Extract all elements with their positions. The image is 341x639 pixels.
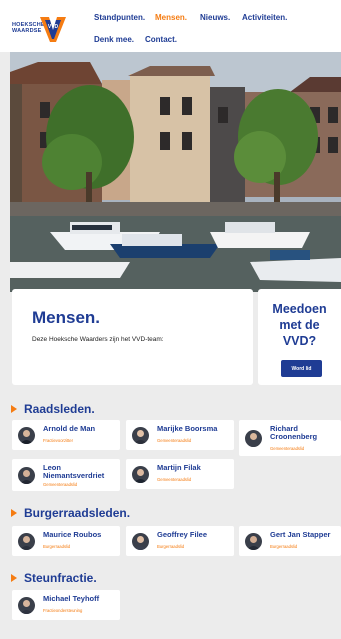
nav-contact[interactable]: Contact.: [145, 35, 177, 44]
section-raadsleden-title: Raadsleden.: [11, 402, 95, 416]
section-title-text: Raadsleden.: [24, 402, 95, 416]
section-steunfractie-title: Steunfractie.: [11, 571, 97, 585]
person-role: Gemeenteraadslid: [270, 446, 305, 451]
person-name: Richard Croonenberg: [270, 424, 318, 441]
logo-mark-text: VVD: [48, 24, 59, 30]
person-card[interactable]: Marijke Boorsma Gemeenteraadslid: [126, 420, 234, 450]
person-name: Maurice Roubos: [43, 530, 102, 539]
site-header: HOEKSCHE WAARDSE VVD Standpunten. Mensen…: [0, 0, 341, 52]
hero-photo: [10, 52, 341, 292]
person-card[interactable]: Richard Croonenberg Gemeenteraadslid: [239, 420, 341, 456]
nav-mensen[interactable]: Mensen.: [155, 13, 187, 22]
person-name: Arnold de Man: [43, 424, 96, 433]
vvd-logo-mark: VVD: [40, 17, 66, 42]
person-name: Geoffrey Filee: [157, 530, 208, 539]
word-lid-button[interactable]: Word lid: [281, 360, 322, 377]
person-role: Burgerraadslid: [270, 544, 298, 549]
person-role: Burgerraadslid: [43, 544, 71, 549]
person-role: Fractieondersteuning: [43, 608, 83, 613]
person-card[interactable]: Arnold de Man Fractievoorzitter: [12, 420, 120, 450]
avatar: [18, 597, 35, 614]
avatar: [132, 533, 149, 550]
avatar: [18, 467, 35, 484]
join-title-line3: VVD?: [282, 334, 317, 348]
avatar: [132, 427, 149, 444]
section-title-text: Burgerraadsleden.: [24, 506, 131, 520]
person-role: Fractievoorzitter: [43, 438, 74, 443]
person-name: Martijn Filak: [157, 463, 201, 472]
avatar: [245, 430, 262, 447]
person-card[interactable]: Leon Niemantsverdriet Gemeenteraadslid: [12, 459, 120, 491]
page-title: Mensen.: [32, 308, 101, 327]
nav-standpunten[interactable]: Standpunten.: [94, 13, 145, 22]
join-card: Meedoen met de VVD? Word lid: [258, 289, 341, 385]
person-name: Marijke Boorsma: [157, 424, 218, 433]
avatar: [18, 533, 35, 550]
logo-text-line2: WAARDSE: [12, 28, 42, 34]
section-burgerraadsleden-title: Burgerraadsleden.: [11, 506, 130, 520]
avatar: [18, 427, 35, 444]
join-title: Meedoen met de VVD?: [258, 301, 341, 349]
nav-activiteiten[interactable]: Activiteiten.: [242, 13, 287, 22]
join-title-line1: Meedoen: [272, 302, 327, 316]
triangle-bullet-icon: [11, 574, 17, 582]
person-name: Leon Niemantsverdriet: [43, 463, 105, 480]
person-role: Gemeenteraadslid: [157, 477, 192, 482]
person-card[interactable]: Maurice Roubos Burgerraadslid: [12, 526, 120, 556]
canal-scene-image: [10, 52, 341, 292]
triangle-bullet-icon: [11, 509, 17, 517]
person-role: Gemeenteraadslid: [157, 438, 192, 443]
person-role: Burgerraadslid: [157, 544, 185, 549]
person-card[interactable]: Gert Jan Stapper Burgerraadslid: [239, 526, 341, 556]
person-card[interactable]: Michael Teyhoff Fractieondersteuning: [12, 590, 120, 620]
person-card[interactable]: Geoffrey Filee Burgerraadslid: [126, 526, 234, 556]
nav-denk-mee[interactable]: Denk mee.: [94, 35, 134, 44]
person-role: Gemeenteraadslid: [43, 482, 78, 487]
avatar: [245, 533, 262, 550]
person-name: Michael Teyhoff: [43, 594, 100, 603]
intro-card: Mensen. Deze Hoeksche Waarders zijn het …: [12, 289, 253, 385]
section-title-text: Steunfractie.: [24, 571, 97, 585]
join-title-line2: met de: [279, 318, 320, 332]
page-intro-text: Deze Hoeksche Waarders zijn het VVD-team…: [32, 336, 164, 343]
vvd-logo[interactable]: HOEKSCHE WAARDSE VVD: [12, 15, 66, 43]
person-name: Gert Jan Stapper: [270, 530, 331, 539]
avatar: [132, 466, 149, 483]
person-card[interactable]: Martijn Filak Gemeenteraadslid: [126, 459, 234, 489]
nav-nieuws[interactable]: Nieuws.: [200, 13, 230, 22]
triangle-bullet-icon: [11, 405, 17, 413]
